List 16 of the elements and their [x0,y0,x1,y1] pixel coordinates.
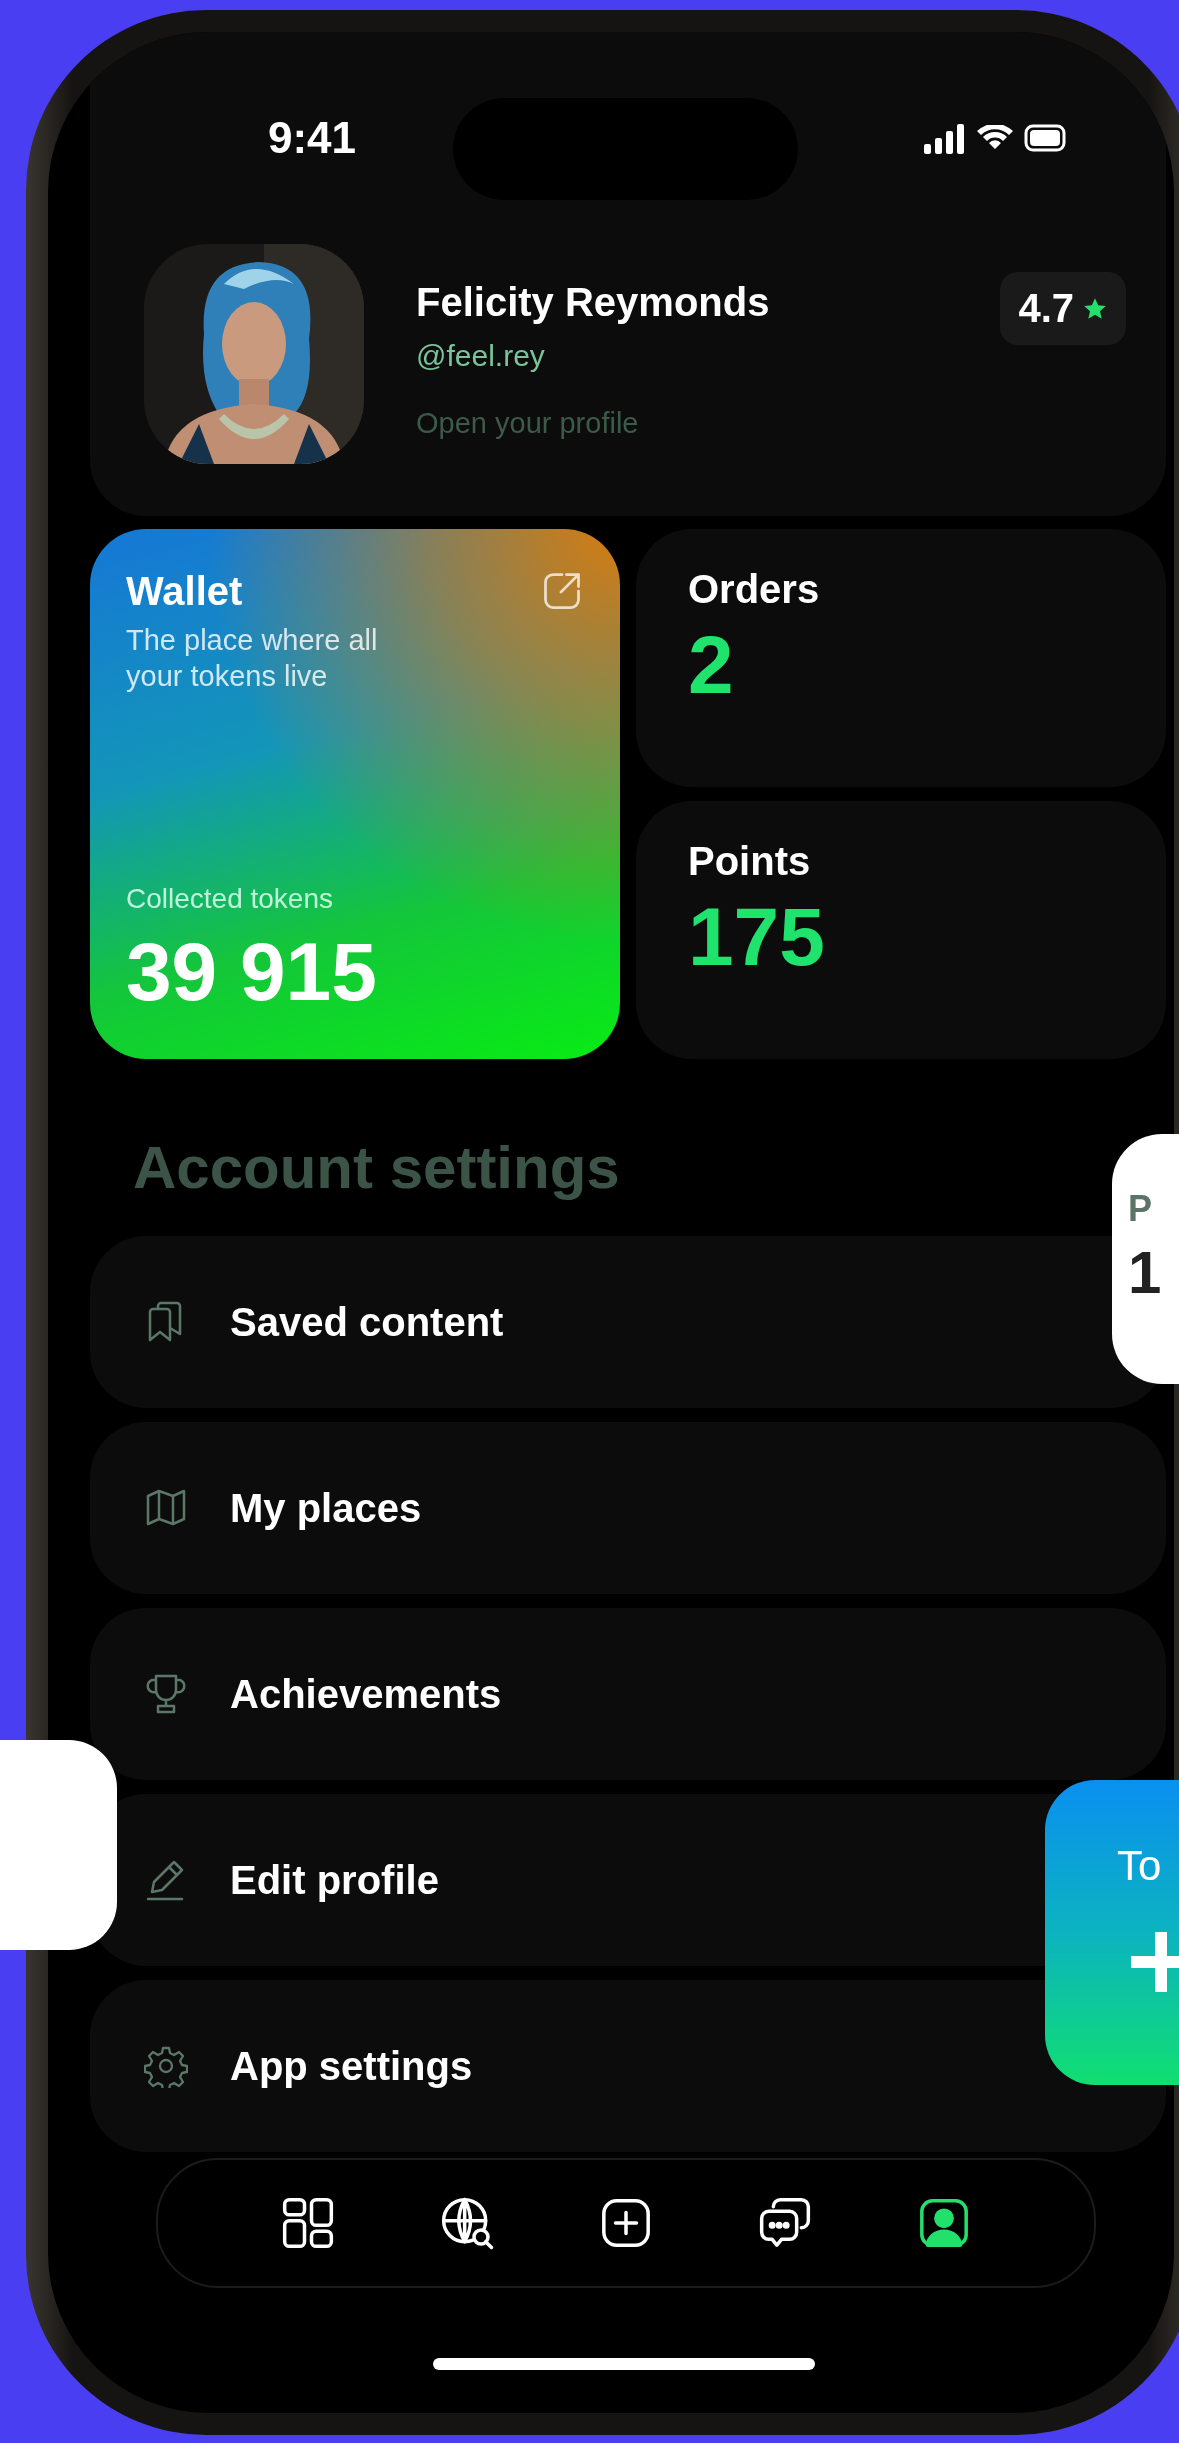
tokens-value: 39 915 [126,925,378,1019]
stat-title: Points [688,839,812,884]
card-value: 1 [1128,1238,1162,1307]
card-title: P [1128,1188,1152,1230]
status-time: 9:41 [268,113,357,163]
profile-handle: @feel.rey [416,339,546,373]
stat-value: 175 [688,890,826,984]
stat-title: Orders [688,567,821,612]
wallet-description: The place where all your tokens live [126,623,379,695]
profile-name: Felicity Reymonds [416,280,771,325]
section-title: Account settings [133,1133,621,1202]
card-title: To [1117,1842,1163,1890]
rating-value: 4.7 [1018,286,1074,331]
tokens-label: Collected tokens [126,883,334,915]
stat-value: 2 [688,618,735,712]
wallet-title: Wallet [126,569,243,614]
